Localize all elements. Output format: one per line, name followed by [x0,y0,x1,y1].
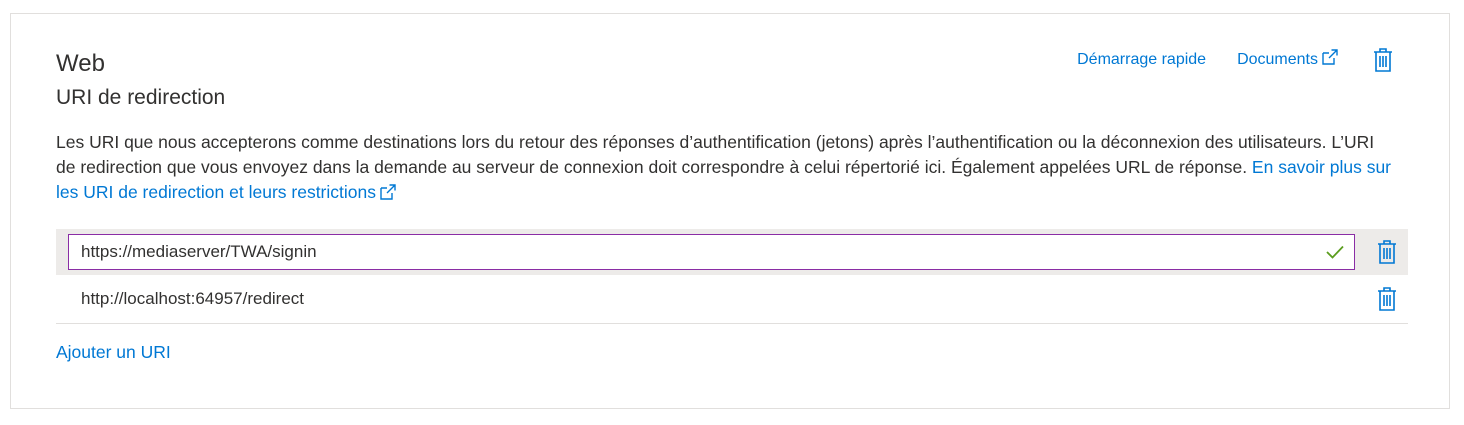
redirect-uri-description: Les URI que nous accepterons comme desti… [56,130,1396,206]
section-subtitle: URI de redirection [56,86,226,109]
delete-uri-trash-icon[interactable] [1376,239,1398,265]
delete-platform-trash-icon[interactable] [1372,47,1394,73]
checkmark-icon [1326,245,1344,259]
web-platform-card: Web URI de redirection Démarrage rapide … [10,13,1450,409]
redirect-uri-field [68,234,1355,270]
description-text: Les URI que nous accepterons comme desti… [56,132,1375,177]
header-actions: Démarrage rapide Documents [1077,45,1394,75]
section-title: Web [56,50,105,77]
add-uri-link[interactable]: Ajouter un URI [56,342,171,363]
delete-uri-trash-icon[interactable] [1376,286,1398,312]
documents-link[interactable]: Documents [1237,47,1340,74]
external-link-icon [378,181,398,206]
redirect-uri-row-active [56,229,1408,275]
documents-link-label: Documents [1237,51,1318,68]
redirect-uri-input[interactable] [69,235,1326,269]
redirect-uri-row[interactable]: http://localhost:64957/redirect [56,275,1408,324]
redirect-uri-value: http://localhost:64957/redirect [81,289,305,308]
external-link-icon [1320,47,1340,74]
quickstart-link[interactable]: Démarrage rapide [1077,49,1206,71]
